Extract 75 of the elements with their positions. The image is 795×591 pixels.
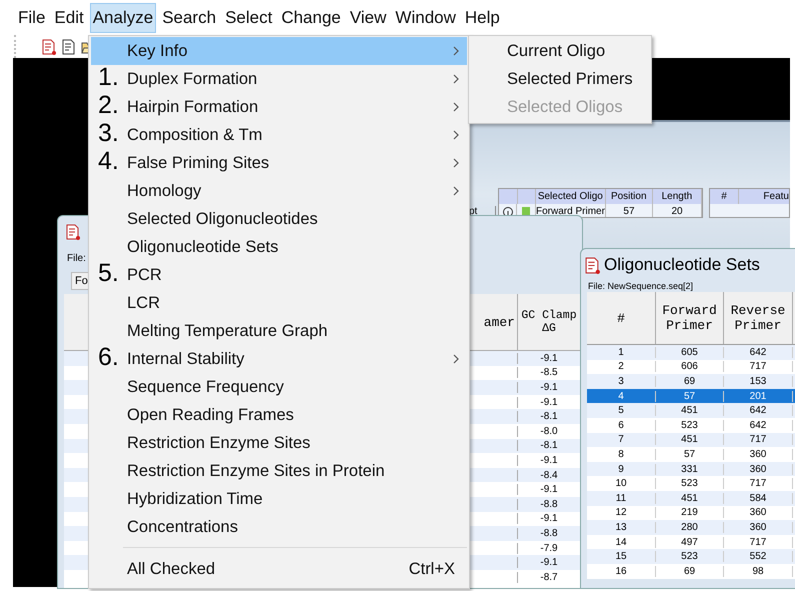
step-number: 2. — [98, 91, 119, 119]
menu-bar-item[interactable]: Search — [159, 2, 220, 32]
menu-bar-item[interactable]: Help — [462, 2, 503, 32]
menu-bar-item[interactable]: Window — [392, 2, 459, 32]
step-number: 5. — [98, 259, 119, 287]
menu-item[interactable]: Concentrations — [91, 513, 467, 541]
table-row[interactable]: 15 523 552 — [587, 549, 795, 564]
column-header: Selected Oligo — [536, 189, 606, 204]
menu-item[interactable]: Selected Oligonucleotides — [91, 205, 467, 233]
menu-item[interactable]: False Priming Sites — [125, 149, 467, 177]
table-row[interactable]: 5 451 642 — [587, 403, 795, 418]
info-icon — [502, 206, 513, 216]
column-header[interactable]: Forward Primer — [656, 292, 724, 344]
menu-item[interactable]: Open Reading Frames — [91, 401, 467, 429]
menu-bar-item[interactable]: Select — [222, 2, 276, 32]
column-header[interactable]: Reverse Primer — [724, 292, 793, 344]
menu-item[interactable]: Key Info — [91, 37, 467, 65]
table-row[interactable]: 14 497 717 — [587, 534, 795, 550]
menu-item[interactable]: Oligonucleotide Sets — [91, 233, 467, 261]
table-row[interactable]: 10 523 717 — [587, 476, 795, 491]
menu-bar-item[interactable]: Analyze — [90, 2, 156, 32]
table-row[interactable]: 4 57 201 — [587, 388, 795, 404]
table-row[interactable]: 11 451 584 — [587, 490, 795, 506]
column-header: # — [710, 189, 739, 204]
table-cell: 57 — [606, 204, 654, 217]
chevron-right-icon — [453, 186, 459, 196]
menu-item[interactable]: All Checked Ctrl+X — [91, 554, 467, 584]
column-header: Length — [652, 189, 702, 204]
table-row[interactable]: 8 57 360 — [587, 447, 795, 462]
table-row[interactable]: 9 331 360 — [587, 462, 795, 476]
chevron-right-icon — [453, 354, 459, 364]
menu-item[interactable]: Restriction Enzyme Sites in Protein — [91, 457, 467, 485]
table-row[interactable]: 7 451 717 — [587, 432, 795, 448]
chevron-right-icon — [453, 130, 459, 140]
menu-item[interactable]: PCR — [125, 261, 467, 289]
menu-item[interactable]: Selected Primers — [469, 65, 651, 93]
menu-item[interactable]: Current Oligo — [469, 37, 651, 65]
menu-bar-item[interactable]: Edit — [51, 2, 87, 32]
menu-item[interactable]: Hybridization Time — [91, 485, 467, 513]
step-number: 1. — [98, 63, 119, 91]
menu-bar-item[interactable]: View — [346, 2, 390, 32]
step-number: 3. — [98, 119, 119, 147]
file-label: File: — [67, 253, 86, 264]
step-number: 4. — [98, 147, 119, 175]
menu-item[interactable]: Sequence Frequency — [91, 373, 467, 401]
chevron-right-icon — [453, 102, 459, 112]
menu-bar-item[interactable]: Change — [278, 2, 344, 32]
menu-bar-item[interactable]: File — [15, 2, 48, 32]
document-icon[interactable] — [41, 38, 57, 54]
chevron-right-icon — [453, 74, 459, 84]
table-row[interactable]: 2 606 717 — [587, 360, 795, 374]
document-icon — [584, 256, 601, 274]
table-row[interactable]: 6 523 642 — [587, 418, 795, 433]
document-icon — [65, 224, 81, 240]
menu-item[interactable]: Hairpin Formation — [125, 93, 467, 121]
table-row[interactable]: 16 69 98 — [587, 564, 795, 578]
file-label: File: NewSequence.seq[2] — [588, 281, 694, 291]
table-cell: 20 — [653, 204, 702, 217]
table-row[interactable]: 12 219 360 — [587, 506, 795, 520]
column-header: Featu — [762, 190, 789, 204]
menu-item[interactable]: Restriction Enzyme Sites — [91, 429, 467, 457]
menu-item[interactable]: Homology — [91, 177, 467, 205]
column-header: GC Clamp ΔG — [520, 308, 578, 337]
column-header[interactable]: # — [587, 292, 656, 344]
document-icon[interactable] — [61, 38, 77, 54]
step-number: 6. — [98, 343, 119, 371]
table-row[interactable]: 1 605 642 — [587, 345, 795, 360]
table-row[interactable]: 3 69 153 — [587, 374, 795, 389]
window-title: Oligonucleotide Sets — [604, 255, 760, 275]
menu-item[interactable]: Duplex Formation — [125, 65, 467, 93]
chevron-right-icon — [453, 46, 459, 56]
table-row[interactable]: 13 280 360 — [587, 520, 795, 535]
menu-item[interactable]: Composition & Tm — [125, 121, 467, 149]
column-header: Position — [606, 189, 653, 204]
chevron-right-icon — [453, 158, 459, 168]
